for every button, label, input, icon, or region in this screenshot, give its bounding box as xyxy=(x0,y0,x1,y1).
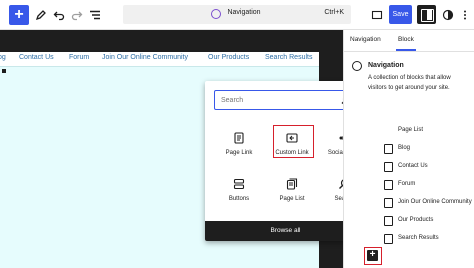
top-toolbar: + Navigation Ctrl+K Save xyxy=(0,0,474,30)
settings-sidebar-toggle[interactable] xyxy=(417,5,436,24)
list-item-blog[interactable]: Blog xyxy=(384,143,474,155)
custom-link-highlight xyxy=(273,125,314,158)
block-buttons[interactable]: Buttons xyxy=(216,174,262,208)
page-icon xyxy=(384,216,393,226)
list-item-products[interactable]: Our Products xyxy=(384,215,474,227)
list-item-page-list[interactable]: Page List xyxy=(384,125,474,137)
add-block-button[interactable]: + xyxy=(364,247,382,265)
list-item-label: Search Results xyxy=(398,235,439,241)
redo-icon[interactable] xyxy=(69,7,85,23)
list-item-label: Page List xyxy=(398,127,424,133)
preview-icon[interactable] xyxy=(369,7,385,23)
list-item-contact-us[interactable]: Contact Us xyxy=(384,161,474,173)
list-item-search-results[interactable]: Search Results xyxy=(384,233,474,245)
block-label: Buttons xyxy=(228,196,250,202)
navigation-icon xyxy=(352,61,362,71)
page-icon xyxy=(384,144,393,154)
buttons-icon xyxy=(233,178,245,190)
sidebar-tabs: Navigation Block xyxy=(344,30,474,52)
list-item-forum[interactable]: Forum xyxy=(384,179,474,191)
plus-icon: + xyxy=(367,250,378,261)
nav-link[interactable]: Contact Us xyxy=(19,54,54,61)
navigation-block[interactable]: og Contact Us Forum Join Our Online Comm… xyxy=(0,52,319,66)
quick-inserter-popover: Search Page Link Custom Link Social Icon… xyxy=(205,81,366,241)
list-item-label: Join Our Online Community xyxy=(398,199,472,205)
tab-block[interactable]: Block xyxy=(396,36,416,51)
command-palette-bar[interactable]: Navigation Ctrl+K xyxy=(123,5,351,24)
page-icon xyxy=(384,180,393,190)
shortcut-hint: Ctrl+K xyxy=(324,9,344,16)
block-inserter-button[interactable]: + xyxy=(9,5,29,25)
page-icon xyxy=(384,162,393,172)
block-page-link[interactable]: Page Link xyxy=(216,128,262,162)
list-item-label: Our Products xyxy=(398,217,434,223)
block-card-description: A collection of blocks that allow visito… xyxy=(368,75,451,91)
block-anchor xyxy=(2,69,6,73)
list-item-label: Blog xyxy=(398,145,411,151)
styles-icon[interactable] xyxy=(440,7,456,23)
undo-icon[interactable] xyxy=(51,7,67,23)
command-label: Navigation xyxy=(227,9,261,16)
nav-link[interactable]: og xyxy=(0,54,6,61)
page-icon xyxy=(384,198,393,208)
nav-link[interactable]: Join Our Online Community xyxy=(102,54,188,61)
page-icon xyxy=(234,132,244,144)
pencil-icon[interactable] xyxy=(33,7,49,23)
nav-link[interactable]: Our Products xyxy=(208,54,249,61)
page-list-icon xyxy=(286,178,298,190)
list-item-community[interactable]: Join Our Online Community xyxy=(384,197,474,209)
block-search-input[interactable]: Search xyxy=(214,90,357,110)
save-button[interactable]: Save xyxy=(389,5,412,24)
options-icon[interactable] xyxy=(457,7,473,23)
block-label: Page List xyxy=(279,196,305,202)
list-view-icon[interactable] xyxy=(87,7,103,23)
page-icon xyxy=(384,234,393,244)
search-placeholder: Search xyxy=(221,97,244,104)
browse-all-button[interactable]: Browse all xyxy=(205,221,366,241)
nav-link[interactable]: Search Results xyxy=(265,54,312,61)
settings-sidebar: Navigation Block Navigation A collection… xyxy=(343,30,474,268)
block-page-list[interactable]: Page List xyxy=(269,174,315,208)
block-card-title: Navigation xyxy=(368,62,404,69)
list-item-label: Contact Us xyxy=(398,163,428,169)
nav-link[interactable]: Forum xyxy=(69,54,89,61)
list-item-label: Forum xyxy=(398,181,416,187)
block-label: Page Link xyxy=(225,150,253,156)
tab-navigation[interactable]: Navigation xyxy=(350,36,381,43)
